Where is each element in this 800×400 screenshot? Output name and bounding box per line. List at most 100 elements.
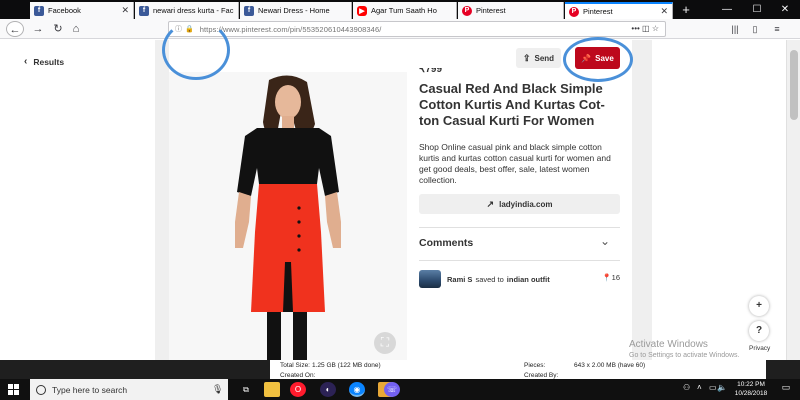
product-price: ₹799 xyxy=(419,68,443,75)
annotation-circle xyxy=(162,20,230,80)
source-link-label: ladyindia.com xyxy=(499,199,553,209)
eclipse-icon[interactable]: ◐ xyxy=(320,382,336,397)
facebook-icon: f xyxy=(139,5,149,16)
page-actions-menu-icon[interactable]: ••• xyxy=(631,24,639,33)
scrollbar-thumb[interactable] xyxy=(790,50,798,120)
chevron-down-icon[interactable]: ⌄ xyxy=(600,234,610,248)
send-button[interactable]: ⇪ Send xyxy=(516,48,561,68)
clock-time: 10:22 PM xyxy=(737,381,765,388)
close-icon[interactable]: ✕ xyxy=(121,5,129,16)
clock-date: 10/28/2018 xyxy=(734,390,768,397)
chevron-up-icon[interactable]: ˄ xyxy=(697,383,702,392)
create-pin-button[interactable]: + xyxy=(749,296,769,316)
send-label: Send xyxy=(534,53,555,63)
comments-heading: Comments xyxy=(419,237,474,249)
pinner-action: saved to xyxy=(475,274,504,284)
side-gutter-left xyxy=(155,40,169,360)
avatar[interactable] xyxy=(419,270,441,288)
youtube-icon: ▶ xyxy=(357,5,367,16)
pinner-name[interactable]: Rami S xyxy=(447,275,472,284)
arrow-up-right-icon: ↗ xyxy=(486,198,495,209)
sidebar-icon[interactable]: ▯ xyxy=(748,22,762,36)
url-text: https://www.pinterest.com/pin/5535206104… xyxy=(199,24,382,34)
pin-icon: 📍 xyxy=(602,273,612,282)
tab-label: newari dress kurta - Fac xyxy=(153,6,234,15)
taskbar-search-placeholder: Type here to search xyxy=(52,384,128,395)
help-button[interactable]: ? xyxy=(749,321,769,341)
viber-icon[interactable]: ☏ xyxy=(384,382,400,397)
pinterest-icon: P xyxy=(462,5,472,16)
close-icon[interactable]: ✕ xyxy=(660,6,668,17)
forward-button[interactable]: → xyxy=(30,21,46,37)
plus-icon: + xyxy=(756,300,762,311)
board-link[interactable]: indian outfit xyxy=(507,275,550,284)
firefox-icon[interactable]: ◉ xyxy=(349,382,365,397)
pin-page: ‹ Results ⛶ ⇪ Send 📌 Save ₹799 Casual Re… xyxy=(0,20,786,360)
privacy-link[interactable]: Privacy xyxy=(747,345,773,352)
help-icon: ? xyxy=(755,325,763,336)
nav-bar: ← → ↻ ⌂ ⓘ 🔒 https://www.pinterest.com/pi… xyxy=(0,19,800,39)
tab-youtube-song[interactable]: ▶ Agar Tum Saath Ho xyxy=(353,2,457,19)
tab-pinterest-active[interactable]: P Pinterest ✕ xyxy=(565,2,673,19)
facebook-icon: f xyxy=(244,5,254,16)
created-by-label: Created By: xyxy=(524,372,559,379)
share-icon: ⇪ xyxy=(522,52,531,63)
people-icon[interactable]: ⚇ xyxy=(683,383,690,392)
back-button[interactable]: ← xyxy=(6,21,24,37)
tab-newari-dress-kurta[interactable]: f newari dress kurta - Fac xyxy=(135,2,239,19)
reload-button[interactable]: ↻ xyxy=(50,21,66,37)
maximize-button[interactable]: ☐ xyxy=(742,0,772,19)
windows-taskbar: Type here to search 🎙 ⧉ O ◐ ◉ ☏ ⚇ ˄ ▭ 🔈 … xyxy=(0,379,800,400)
save-label: Save xyxy=(595,53,614,63)
tab-newari-dress-home[interactable]: f Newari Dress - Home xyxy=(240,2,352,19)
kurti-model-illustration xyxy=(169,72,407,360)
library-icon[interactable]: ||| xyxy=(728,22,742,36)
tab-facebook[interactable]: f Facebook ✕ xyxy=(30,2,134,19)
network-icon[interactable]: ▭ xyxy=(709,383,717,392)
opera-icon[interactable]: O xyxy=(290,382,306,397)
tab-label: Newari Dress - Home xyxy=(258,6,330,15)
expand-image-icon[interactable]: ⛶ xyxy=(374,332,396,354)
menu-icon[interactable]: ≡ xyxy=(770,22,784,36)
page-scrollbar[interactable] xyxy=(786,40,800,360)
product-image[interactable] xyxy=(169,72,407,360)
divider xyxy=(419,260,620,261)
pieces-label: Pieces: xyxy=(524,362,546,369)
pinner-row[interactable]: Rami S saved to indian outfit 📍16 xyxy=(419,269,620,289)
repin-count-value: 16 xyxy=(611,273,620,282)
pieces-value: 643 x 2.00 MB (have 60) xyxy=(574,362,646,369)
file-explorer-icon[interactable] xyxy=(264,382,280,397)
tab-label: Agar Tum Saath Ho xyxy=(371,6,437,15)
facebook-icon: f xyxy=(34,5,44,16)
taskbar-search-box[interactable]: Type here to search xyxy=(30,379,228,400)
pin-icon: 📌 xyxy=(581,53,592,63)
new-tab-button[interactable]: + xyxy=(676,2,696,18)
total-size-value: 1.25 GB (122 MB done) xyxy=(312,362,381,369)
tab-pinterest[interactable]: P Pinterest xyxy=(458,2,564,19)
source-link-button[interactable]: ↗ ladyindia.com xyxy=(419,194,620,214)
system-clock[interactable]: 10:22 PM 10/28/2018 xyxy=(726,380,776,398)
home-button[interactable]: ⌂ xyxy=(68,21,84,37)
pin-title: Casual Red And Black Simple Cotton Kurti… xyxy=(419,81,605,128)
save-button[interactable]: 📌 Save xyxy=(575,47,620,69)
chevron-left-icon: ‹ xyxy=(24,56,28,67)
minimize-button[interactable]: — xyxy=(712,0,742,19)
repin-count: 📍16 xyxy=(602,273,620,282)
page-actions[interactable]: ••• ◫ ☆ xyxy=(631,24,659,33)
windows-start-icon[interactable] xyxy=(8,384,20,396)
tab-label: Facebook xyxy=(48,6,81,15)
close-window-button[interactable]: ✕ xyxy=(770,0,800,19)
url-bar[interactable]: ⓘ 🔒 https://www.pinterest.com/pin/553520… xyxy=(168,21,666,37)
search-icon xyxy=(36,384,46,395)
tab-label: Pinterest xyxy=(476,6,506,15)
activate-windows-subtitle: Go to Settings to activate Windows. xyxy=(629,352,740,359)
total-size-label: Total Size: xyxy=(280,362,310,369)
microphone-icon[interactable]: 🎙 xyxy=(212,384,223,395)
action-center-icon[interactable]: ▭ xyxy=(778,382,794,396)
side-gutter-right xyxy=(632,40,652,360)
results-back-link[interactable]: ‹ Results xyxy=(24,56,64,67)
created-on-label: Created On: xyxy=(280,372,316,379)
pin-description: Shop Online casual pink and black simple… xyxy=(419,142,611,185)
torrent-info-panel: Total Size: 1.25 GB (122 MB done) Create… xyxy=(270,360,766,379)
task-view-icon[interactable]: ⧉ xyxy=(238,382,254,397)
